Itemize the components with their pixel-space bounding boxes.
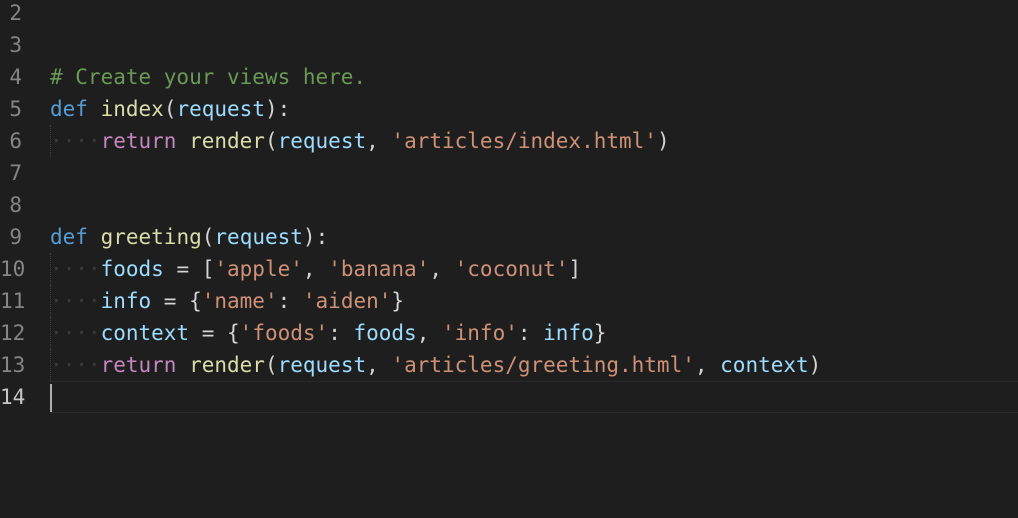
- code-token: :: [517, 321, 544, 345]
- line-number: 3: [9, 33, 22, 57]
- whitespace-marker: ····: [50, 129, 101, 153]
- code-token: render: [189, 353, 265, 377]
- code-token: request: [277, 129, 367, 153]
- code-token: return: [100, 129, 177, 153]
- code-token: request: [176, 97, 265, 121]
- code-token: foods: [353, 321, 417, 345]
- code-token: ):: [264, 97, 291, 121]
- line-number: 9: [9, 225, 22, 249]
- line-number: 11: [0, 289, 26, 313]
- code-token: = [: [163, 257, 215, 281]
- code-token: info: [100, 289, 152, 313]
- code-token: render: [189, 129, 265, 153]
- code-line[interactable]: 6 ····return render(request, 'articles/in…: [0, 125, 1018, 157]
- line-code: def index(request):: [50, 93, 290, 125]
- code-line[interactable]: 7: [0, 157, 1018, 189]
- code-token: ,: [416, 321, 442, 345]
- code-token: ):: [302, 225, 329, 249]
- code-token: ,: [366, 129, 392, 153]
- line-number: 2: [9, 1, 22, 25]
- code-token: return: [100, 353, 177, 377]
- line-code: # Create your views here.: [50, 61, 366, 93]
- line-number: 6: [9, 129, 22, 153]
- code-token: def: [50, 225, 88, 249]
- code-line[interactable]: 4 # Create your views here.: [0, 61, 1018, 93]
- code-line[interactable]: 9 def greeting(request):: [0, 221, 1018, 253]
- whitespace-marker: ····: [50, 257, 101, 281]
- line-number: 7: [9, 161, 22, 185]
- code-token: info: [543, 321, 594, 345]
- whitespace-marker: ····: [50, 321, 101, 345]
- code-token: 'banana': [328, 257, 430, 281]
- line-code: ····return render(request, 'articles/ind…: [50, 125, 670, 157]
- line-number: 14: [0, 385, 26, 409]
- code-token: ]: [568, 257, 582, 281]
- line-code: ····info = {'name': 'aiden'}: [50, 285, 404, 317]
- code-token: request: [277, 353, 367, 377]
- code-token: ,: [366, 353, 392, 377]
- code-token: :: [277, 289, 303, 313]
- line-code: def greeting(request):: [50, 221, 328, 253]
- code-line[interactable]: 2: [0, 0, 1018, 29]
- code-token: 'apple': [214, 257, 303, 281]
- code-token: :: [328, 321, 354, 345]
- code-line[interactable]: 5 def index(request):: [0, 93, 1018, 125]
- code-editor[interactable]: 2 3 4 # Create your views here. 5 def index(r…: [0, 0, 1018, 518]
- code-token: }: [391, 289, 405, 313]
- code-token: # Create your views here.: [50, 65, 367, 89]
- line-code: ····context = {'foods': foods, 'info': i…: [50, 317, 606, 349]
- code-token: context: [100, 321, 190, 345]
- code-token: 'articles/greeting.html': [391, 353, 695, 377]
- whitespace-marker: ····: [50, 353, 101, 377]
- code-token: = {: [151, 289, 202, 313]
- code-line[interactable]: 10 ····foods = ['apple', 'banana', 'cocon…: [0, 253, 1018, 285]
- code-token: greeting: [100, 225, 202, 249]
- code-line[interactable]: 13 ····return render(request, 'articles/g…: [0, 349, 1018, 381]
- line-number: 8: [9, 193, 22, 217]
- code-token: 'info': [442, 321, 518, 345]
- code-line[interactable]: 12 ····context = {'foods': foods, 'info':…: [0, 317, 1018, 349]
- code-token: def: [50, 97, 88, 121]
- code-token: ,: [694, 353, 721, 377]
- whitespace-marker: ····: [50, 289, 101, 313]
- code-token: 'foods': [239, 321, 329, 345]
- code-token: index: [100, 97, 164, 121]
- line-code: ····return render(request, 'articles/gre…: [50, 349, 821, 381]
- code-token: 'name': [201, 289, 278, 313]
- line-number: 13: [0, 353, 26, 377]
- code-token: (: [264, 129, 278, 153]
- code-token: (: [264, 353, 278, 377]
- code-token: request: [214, 225, 303, 249]
- code-token: = {: [189, 321, 240, 345]
- code-token: 'aiden': [302, 289, 392, 313]
- code-token: ): [656, 129, 670, 153]
- line-number: 10: [0, 257, 26, 281]
- line-code: ····foods = ['apple', 'banana', 'coconut…: [50, 253, 581, 285]
- code-line[interactable]: 8: [0, 189, 1018, 221]
- code-token: (: [201, 225, 215, 249]
- code-token: ,: [302, 257, 329, 281]
- code-token: context: [720, 353, 809, 377]
- line-number: 5: [9, 97, 22, 121]
- code-token: ): [808, 353, 822, 377]
- code-line[interactable]: 14: [0, 381, 1018, 413]
- code-token: 'articles/index.html': [391, 129, 657, 153]
- code-token: }: [593, 321, 607, 345]
- text-cursor: [50, 384, 52, 412]
- code-line[interactable]: 11 ····info = {'name': 'aiden'}: [0, 285, 1018, 317]
- code-token: ,: [429, 257, 455, 281]
- code-line[interactable]: 3: [0, 29, 1018, 61]
- code-token: (: [163, 97, 177, 121]
- line-number: 12: [0, 321, 26, 345]
- line-number: 4: [9, 65, 22, 89]
- code-token: foods: [100, 257, 164, 281]
- code-token: 'coconut': [454, 257, 569, 281]
